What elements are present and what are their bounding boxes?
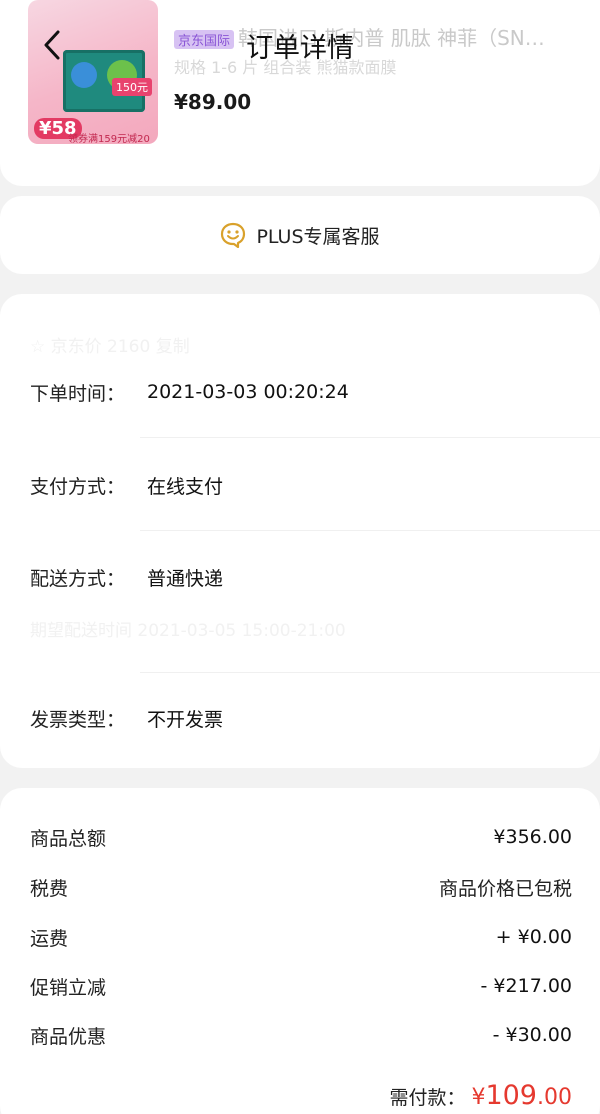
- product-thumbnail[interactable]: 150元 ¥58 领券满159元减20元: [28, 0, 158, 144]
- coupon-discount-value: - ¥30.00: [492, 1024, 572, 1046]
- coupon-discount-label: 商品优惠: [30, 1025, 107, 1048]
- amount-due-decimal: .00: [537, 1085, 572, 1110]
- product-title-text: 韩国进口 斯内普 肌肽 神菲（SNP）面膜…: [238, 26, 554, 50]
- subtotal-label: 商品总额: [30, 827, 107, 850]
- divider: [140, 530, 600, 531]
- shipping-label: 运费: [30, 927, 69, 950]
- invoice-type-row: 发票类型： 不开发票: [30, 703, 223, 733]
- tax-row: 税费 商品价格已包税: [30, 872, 572, 902]
- chevron-left-icon: [44, 30, 60, 60]
- product-title[interactable]: 京东国际韩国进口 斯内普 肌肽 神菲（SNP）面膜…: [174, 22, 554, 51]
- payment-method-row: 支付方式： 在线支付: [30, 470, 223, 500]
- amount-due-currency: ¥: [471, 1085, 486, 1110]
- delivery-method-label: 配送方式：: [30, 567, 126, 590]
- plus-service-button[interactable]: PLUS专属客服: [0, 196, 600, 274]
- promotion-discount-row: 促销立减 - ¥217.00: [30, 971, 572, 1001]
- faded-delivery-time-row: 期望配送时间 2021-03-05 15:00-21:00: [30, 621, 346, 641]
- order-time-value: 2021-03-03 00:20:24: [147, 381, 349, 403]
- divider: [140, 672, 600, 673]
- product-badge: 京东国际: [174, 30, 235, 49]
- order-time-label: 下单时间：: [30, 382, 126, 405]
- thumb-coupon-text: 领券满159元减20元: [68, 134, 150, 144]
- delivery-method-value: 普通快递: [147, 567, 224, 590]
- back-button[interactable]: [36, 24, 70, 66]
- product-spec: 规格 1-6 片 组合装 熊猫款面膜: [174, 58, 397, 77]
- smile-chat-icon: [221, 222, 246, 248]
- divider: [140, 437, 600, 438]
- price-summary-card: 商品总额 ¥356.00 税费 商品价格已包税 运费 + ¥0.00 促销立减 …: [0, 788, 600, 1114]
- delivery-method-row: 配送方式： 普通快递: [30, 562, 223, 592]
- payment-method-value: 在线支付: [147, 475, 224, 498]
- product-card[interactable]: 150元 ¥58 领券满159元减20元 京东国际韩国进口 斯内普 肌肽 神菲（…: [0, 0, 600, 186]
- faded-order-number-row: ☆ 京东价 2160 复制: [30, 337, 190, 357]
- amount-due-label: 需付款：: [389, 1087, 466, 1109]
- coupon-discount-row: 商品优惠 - ¥30.00: [30, 1020, 572, 1050]
- service-card: PLUS专属客服: [0, 196, 600, 274]
- subtotal-value: ¥356.00: [493, 826, 572, 848]
- invoice-type-value: 不开发票: [147, 708, 224, 731]
- promotion-discount-label: 促销立减: [30, 976, 107, 999]
- amount-due-value: ¥109.00: [471, 1080, 572, 1111]
- promotion-discount-value: - ¥217.00: [480, 975, 572, 997]
- shipping-row: 运费 + ¥0.00: [30, 922, 572, 952]
- shipping-value: + ¥0.00: [495, 926, 572, 948]
- payment-method-label: 支付方式：: [30, 475, 126, 498]
- tax-value: 商品价格已包税: [438, 877, 572, 900]
- invoice-type-label: 发票类型：: [30, 708, 126, 731]
- order-time-row: 下单时间： 2021-03-03 00:20:24: [30, 377, 349, 407]
- thumb-price-tag: 150元: [112, 78, 152, 96]
- product-price: ¥89.00: [174, 90, 252, 114]
- amount-due-integer: 109: [485, 1080, 537, 1111]
- plus-service-label: PLUS专属客服: [256, 225, 380, 248]
- tax-label: 税费: [30, 877, 69, 900]
- order-info-card: ☆ 京东价 2160 复制 下单时间： 2021-03-03 00:20:24 …: [0, 294, 600, 768]
- subtotal-row: 商品总额 ¥356.00: [30, 822, 572, 852]
- amount-due: 需付款： ¥109.00: [389, 1080, 572, 1111]
